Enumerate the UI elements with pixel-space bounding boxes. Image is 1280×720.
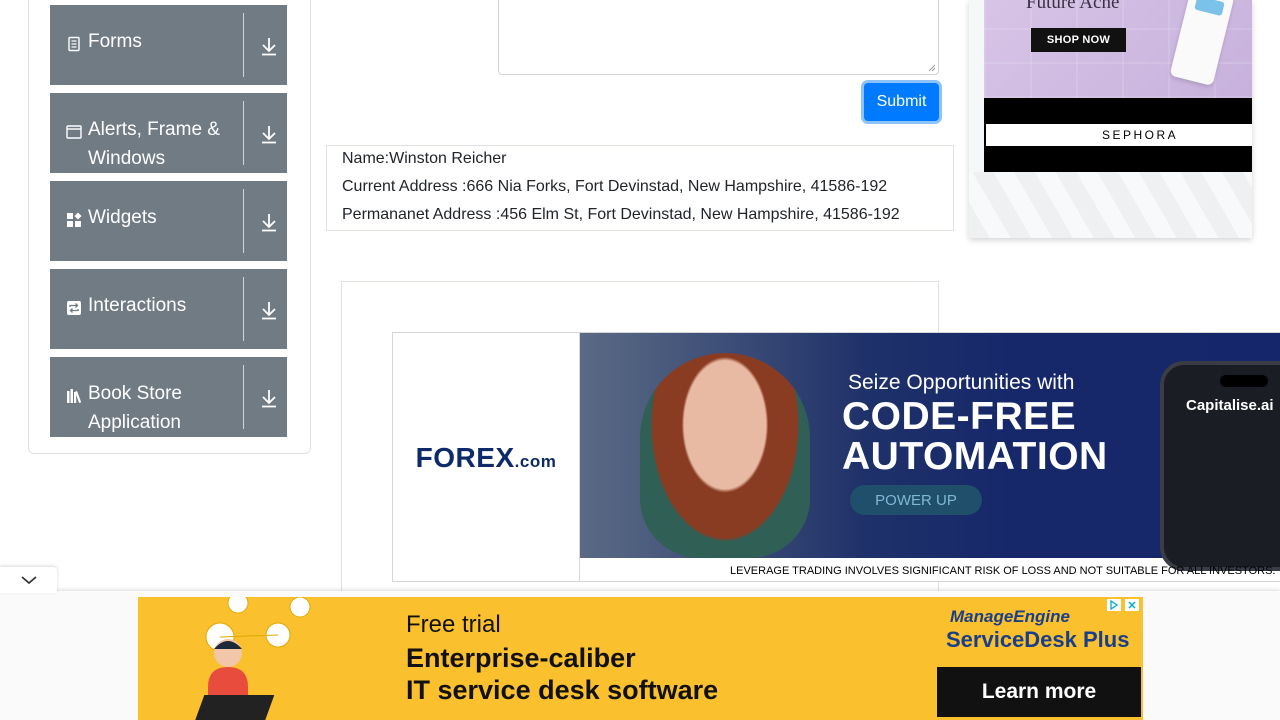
submit-button[interactable]: Submit — [864, 83, 939, 121]
group-label: Forms — [88, 31, 142, 52]
page: Forms Alerts, Frame & Windows Widgets In… — [0, 0, 1280, 720]
group-label: Widgets — [88, 207, 157, 228]
ad-black-strip — [984, 98, 1252, 124]
output-name: Name:Winston Reicher — [342, 150, 507, 167]
learn-more-button[interactable]: Learn more — [937, 667, 1141, 717]
output-permanent-address: Permananet Address :456 Elm St, Fort Dev… — [342, 206, 900, 223]
ad-line-3: IT service desk software — [406, 675, 719, 705]
forex-logo-cell: FOREX.com — [393, 333, 580, 581]
power-up-button[interactable]: POWER UP — [850, 485, 982, 515]
phone-notch — [1220, 375, 1268, 387]
woman-portrait-image — [640, 353, 810, 558]
group-header: Alerts, Frame & Windows — [66, 93, 244, 173]
sidebar-group-book-store[interactable]: Book Store Application — [50, 357, 287, 437]
ad-headline-1: CODE-FREE — [842, 395, 1077, 438]
resize-grip-icon[interactable] — [928, 64, 936, 72]
group-label: Book Store Application — [88, 383, 182, 433]
sephora-ad[interactable]: Future Acne SHOP NOW SEPHORA — [969, 0, 1252, 238]
divider — [243, 13, 244, 77]
ad-headline-2: AUTOMATION — [842, 435, 1108, 478]
risk-disclaimer: LEVERAGE TRADING INVOLVES SIGNIFICANT RI… — [730, 564, 1276, 577]
sidebar-group-forms[interactable]: Forms — [50, 5, 287, 85]
forex-logo-suffix: .com — [514, 452, 557, 471]
forex-logo-main: FOREX — [415, 442, 515, 473]
ad-background-pattern — [969, 172, 1252, 238]
group-header: Forms — [66, 5, 244, 85]
forex-ad[interactable]: FOREX.com Seize Opportunities with CODE-… — [392, 332, 1280, 582]
download-arrow-icon[interactable] — [259, 387, 279, 409]
sephora-logo: SEPHORA — [986, 124, 1252, 146]
divider — [243, 189, 244, 253]
document-icon — [66, 33, 88, 52]
group-header: Interactions — [66, 269, 244, 349]
forex-logo: FOREX.com — [416, 442, 557, 474]
forex-banner: Seize Opportunities with CODE-FREE AUTOM… — [580, 333, 1280, 571]
ad-tagline: Seize Opportunities with — [848, 371, 1075, 394]
sidebar: Forms Alerts, Frame & Windows Widgets In… — [28, 0, 311, 454]
group-header: Book Store Application — [66, 357, 244, 437]
sidebar-group-widgets[interactable]: Widgets — [50, 181, 287, 261]
divider — [243, 101, 244, 165]
interactions-icon — [66, 297, 88, 316]
divider — [243, 277, 244, 341]
phone-app-brand: Capitalise.ai — [1186, 397, 1274, 414]
divider — [243, 365, 244, 429]
close-icon[interactable] — [1125, 599, 1139, 611]
group-header: Widgets — [66, 181, 244, 261]
download-arrow-icon[interactable] — [259, 35, 279, 57]
ad-headline: Future Acne — [1026, 0, 1120, 13]
output-current-address: Current Address :666 Nia Forks, Fort Dev… — [342, 178, 888, 195]
group-label: Alerts, Frame & Windows — [88, 119, 220, 169]
person-laptop-illustration — [195, 597, 311, 720]
output-box: Name:Winston Reicher Current Address :66… — [326, 145, 954, 231]
manageengine-logo: ManageEngine — [950, 607, 1070, 626]
chevron-down-icon — [20, 576, 37, 585]
phone-image: Capitalise.ai — [1160, 361, 1280, 571]
permanent-address-textarea[interactable] — [498, 0, 939, 75]
download-arrow-icon[interactable] — [259, 211, 279, 233]
widgets-icon — [66, 209, 88, 228]
download-arrow-icon[interactable] — [259, 299, 279, 321]
ad-line-2: Enterprise-caliber — [406, 643, 636, 673]
servicedesk-plus-logo: ServiceDesk Plus — [946, 627, 1130, 652]
ad-line-1: Free trial — [406, 611, 501, 638]
ad-brand-bar: SEPHORA — [984, 124, 1252, 172]
manageengine-ad[interactable]: Free trial Enterprise-caliber IT service… — [138, 597, 1143, 720]
collapse-ad-button[interactable] — [0, 567, 57, 593]
group-label: Interactions — [88, 295, 187, 316]
window-icon — [66, 121, 88, 140]
books-icon — [66, 385, 88, 404]
ad-promo-image: Future Acne SHOP NOW — [984, 0, 1252, 98]
shop-now-button[interactable]: SHOP NOW — [1031, 28, 1126, 52]
adchoices-icon[interactable] — [1107, 599, 1121, 611]
download-arrow-icon[interactable] — [259, 123, 279, 145]
sidebar-group-alerts-frame-windows[interactable]: Alerts, Frame & Windows — [50, 93, 287, 173]
sidebar-group-interactions[interactable]: Interactions — [50, 269, 287, 349]
